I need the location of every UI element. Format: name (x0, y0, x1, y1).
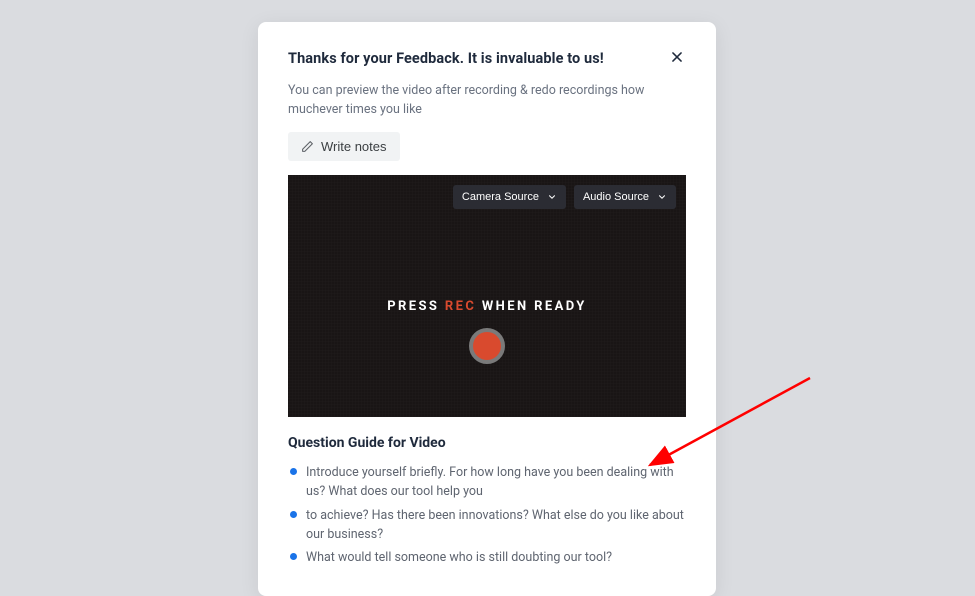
audio-source-dropdown[interactable]: Audio Source (574, 185, 676, 209)
close-icon (670, 50, 684, 64)
record-prompt: PRESS REC WHEN READY (288, 299, 686, 314)
camera-source-dropdown[interactable]: Camera Source (453, 185, 566, 209)
feedback-modal: Thanks for your Feedback. It is invaluab… (258, 22, 716, 596)
list-item: to achieve? Has there been innovations? … (288, 506, 686, 545)
ready-text: WHEN READY (476, 299, 587, 314)
question-guide-list: Introduce yourself briefly. For how long… (288, 463, 686, 568)
modal-header: Thanks for your Feedback. It is invaluab… (288, 50, 686, 67)
source-controls: Camera Source Audio Source (453, 185, 676, 209)
close-button[interactable] (668, 48, 686, 66)
chevron-down-icon (657, 192, 667, 202)
modal-subtitle: You can preview the video after recordin… (288, 81, 686, 120)
record-button[interactable] (469, 328, 505, 364)
list-item: Introduce yourself briefly. For how long… (288, 463, 686, 502)
modal-title: Thanks for your Feedback. It is invaluab… (288, 50, 604, 67)
rec-text: REC (445, 299, 476, 314)
pencil-icon (301, 140, 314, 153)
write-notes-button[interactable]: Write notes (288, 132, 400, 161)
press-text: PRESS (387, 299, 445, 314)
camera-source-label: Camera Source (462, 191, 539, 203)
list-item: What would tell someone who is still dou… (288, 548, 686, 567)
chevron-down-icon (547, 192, 557, 202)
question-guide-title: Question Guide for Video (288, 435, 686, 451)
audio-source-label: Audio Source (583, 191, 649, 203)
write-notes-label: Write notes (321, 139, 387, 154)
video-preview-area: Camera Source Audio Source PRESS REC WHE… (288, 175, 686, 417)
